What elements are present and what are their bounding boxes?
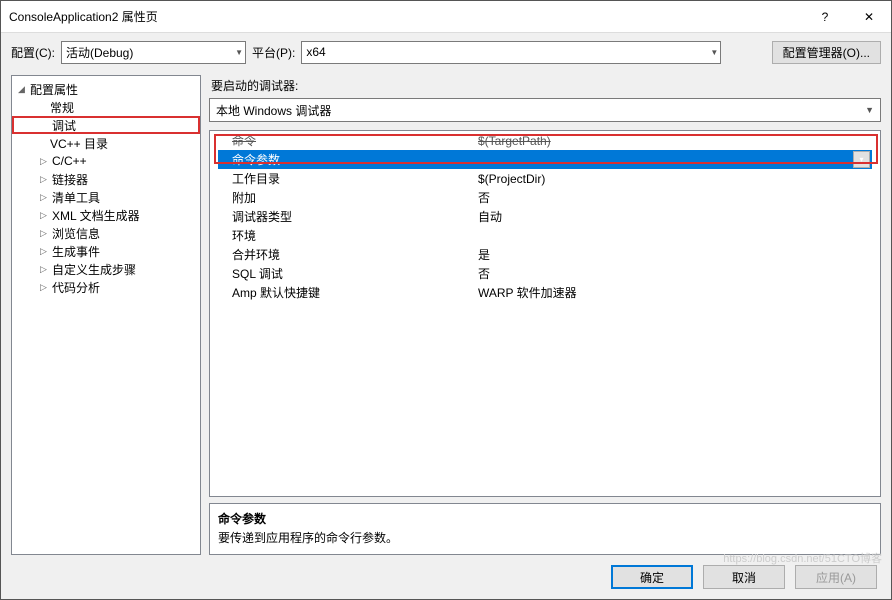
body: ◢ 配置属性 常规调试VC++ 目录▷C/C++▷链接器▷清单工具▷XML 文档… xyxy=(1,71,891,555)
tree-item-label: XML 文档生成器 xyxy=(52,207,140,224)
property-name: SQL 调试 xyxy=(218,265,478,282)
property-value[interactable]: 否 xyxy=(478,189,872,206)
expand-icon: ▷ xyxy=(40,228,52,239)
tree-root[interactable]: ◢ 配置属性 xyxy=(12,80,200,98)
tree-item-label: 自定义生成步骤 xyxy=(52,261,136,278)
property-name: 附加 xyxy=(218,189,478,206)
tree-item-label: 链接器 xyxy=(52,171,88,188)
tree-item-label: C/C++ xyxy=(52,154,87,168)
property-row[interactable]: 工作目录$(ProjectDir) xyxy=(218,169,872,188)
expand-icon: ▷ xyxy=(40,264,52,275)
platform-value: x64 xyxy=(306,45,325,59)
property-row[interactable]: 调试器类型自动 xyxy=(218,207,872,226)
property-name: Amp 默认快捷键 xyxy=(218,284,478,301)
chevron-down-icon: ▼ xyxy=(710,48,718,57)
chevron-down-icon: ▼ xyxy=(235,48,243,57)
close-button[interactable]: ✕ xyxy=(847,2,891,32)
footer: 确定 取消 应用(A) xyxy=(1,555,891,599)
property-row[interactable]: 环境 xyxy=(218,226,872,245)
expand-icon: ▷ xyxy=(40,282,52,293)
highlight-box xyxy=(214,134,878,164)
debugger-combo[interactable]: 本地 Windows 调试器 ▼ xyxy=(209,98,881,122)
description-panel: 命令参数 要传递到应用程序的命令行参数。 xyxy=(209,503,881,555)
expand-icon: ▷ xyxy=(40,156,52,167)
tree-item[interactable]: ▷XML 文档生成器 xyxy=(12,206,200,224)
ok-button[interactable]: 确定 xyxy=(611,565,693,589)
config-combo[interactable]: 活动(Debug) ▼ xyxy=(61,41,246,64)
property-value[interactable]: 自动 xyxy=(478,208,872,225)
platform-label: 平台(P): xyxy=(252,44,295,61)
tree-item[interactable]: ▷生成事件 xyxy=(12,242,200,260)
help-button[interactable]: ? xyxy=(803,2,847,32)
property-name: 环境 xyxy=(218,227,478,244)
tree-item[interactable]: ▷链接器 xyxy=(12,170,200,188)
property-pages-dialog: ConsoleApplication2 属性页 ? ✕ 配置(C): 活动(De… xyxy=(0,0,892,600)
property-name: 调试器类型 xyxy=(218,208,478,225)
chevron-down-icon: ▼ xyxy=(865,105,874,115)
expand-icon: ▷ xyxy=(40,210,52,221)
tree-item[interactable]: ▷C/C++ xyxy=(12,152,200,170)
platform-combo[interactable]: x64 ▼ xyxy=(301,41,721,64)
expand-icon: ▷ xyxy=(40,192,52,203)
tree-item-label: VC++ 目录 xyxy=(50,135,108,152)
toolbar: 配置(C): 活动(Debug) ▼ 平台(P): x64 ▼ 配置管理器(O)… xyxy=(1,33,891,71)
right-pane: 要启动的调试器: 本地 Windows 调试器 ▼ 命令$(TargetPath… xyxy=(209,75,881,555)
tree-item[interactable]: 调试 xyxy=(12,116,200,134)
tree-item[interactable]: ▷清单工具 xyxy=(12,188,200,206)
config-manager-button[interactable]: 配置管理器(O)... xyxy=(772,41,881,64)
tree-item-label: 调试 xyxy=(52,117,76,134)
cancel-button[interactable]: 取消 xyxy=(703,565,785,589)
property-row[interactable]: 合并环境是 xyxy=(218,245,872,264)
tree-item[interactable]: ▷浏览信息 xyxy=(12,224,200,242)
property-name: 工作目录 xyxy=(218,170,478,187)
tree-item[interactable]: 常规 xyxy=(12,98,200,116)
tree-item-label: 代码分析 xyxy=(52,279,100,296)
config-value: 活动(Debug) xyxy=(66,44,133,61)
tree-item-label: 清单工具 xyxy=(52,189,100,206)
property-row[interactable]: 附加否 xyxy=(218,188,872,207)
tree-item[interactable]: ▷自定义生成步骤 xyxy=(12,260,200,278)
expand-icon: ▷ xyxy=(40,174,52,185)
expand-icon: ▷ xyxy=(40,246,52,257)
property-row[interactable]: Amp 默认快捷键WARP 软件加速器 xyxy=(218,283,872,302)
property-value[interactable]: WARP 软件加速器 xyxy=(478,284,872,301)
property-row[interactable]: SQL 调试否 xyxy=(218,264,872,283)
config-label: 配置(C): xyxy=(11,44,55,61)
debugger-launch-label: 要启动的调试器: xyxy=(211,77,881,94)
tree-item[interactable]: VC++ 目录 xyxy=(12,134,200,152)
property-value[interactable]: 否 xyxy=(478,265,872,282)
window-title: ConsoleApplication2 属性页 xyxy=(9,8,803,25)
description-text: 要传递到应用程序的命令行参数。 xyxy=(218,529,872,546)
property-value[interactable]: $(ProjectDir) xyxy=(478,172,872,186)
property-value[interactable]: 是 xyxy=(478,246,872,263)
tree-item[interactable]: ▷代码分析 xyxy=(12,278,200,296)
nav-tree[interactable]: ◢ 配置属性 常规调试VC++ 目录▷C/C++▷链接器▷清单工具▷XML 文档… xyxy=(11,75,201,555)
debugger-value: 本地 Windows 调试器 xyxy=(216,102,331,119)
collapse-icon: ◢ xyxy=(18,84,30,95)
tree-item-label: 常规 xyxy=(50,99,74,116)
property-grid: 命令$(TargetPath)命令参数▾工作目录$(ProjectDir)附加否… xyxy=(209,130,881,497)
property-name: 合并环境 xyxy=(218,246,478,263)
tree-item-label: 浏览信息 xyxy=(52,225,100,242)
apply-button[interactable]: 应用(A) xyxy=(795,565,877,589)
titlebar: ConsoleApplication2 属性页 ? ✕ xyxy=(1,1,891,33)
description-title: 命令参数 xyxy=(218,510,872,527)
tree-item-label: 生成事件 xyxy=(52,243,100,260)
